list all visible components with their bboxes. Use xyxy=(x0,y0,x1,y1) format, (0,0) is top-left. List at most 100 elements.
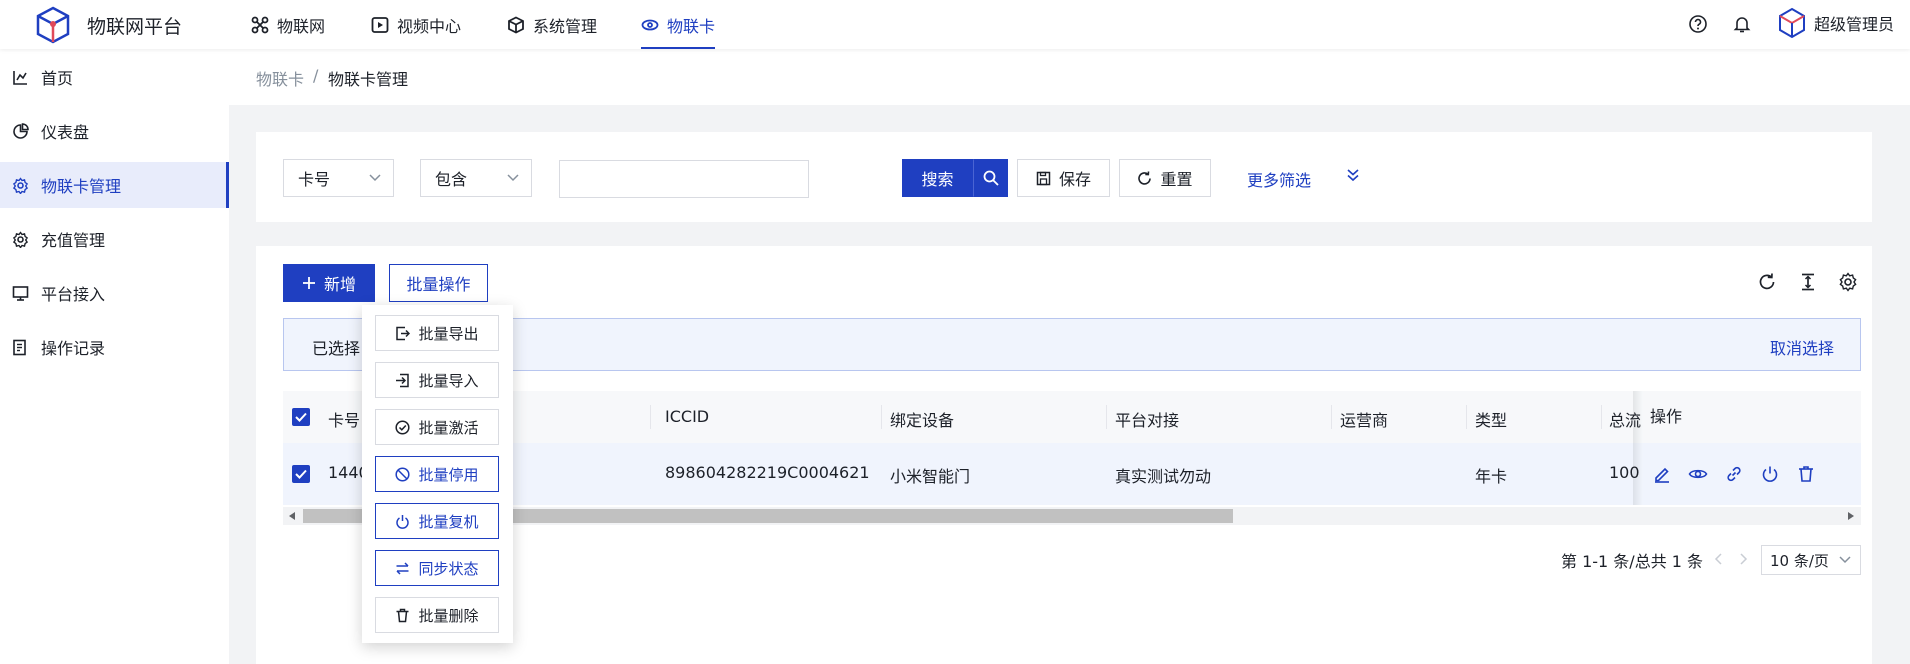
breadcrumb-separator: / xyxy=(313,66,319,85)
stop-icon xyxy=(395,466,411,482)
user-name: 超级管理员 xyxy=(1814,15,1895,34)
column-divider xyxy=(1106,405,1107,429)
column-divider xyxy=(1466,405,1467,429)
refresh-icon[interactable] xyxy=(1757,272,1777,292)
power-icon xyxy=(395,514,410,529)
more-filters-link[interactable]: 更多筛选 xyxy=(1247,167,1311,191)
batch-export-button[interactable]: 批量导出 xyxy=(375,315,499,351)
nav-label: 物联网 xyxy=(277,16,326,36)
question-circle-icon[interactable] xyxy=(1688,14,1708,34)
breadcrumb-current: 物联卡管理 xyxy=(328,70,409,89)
breadcrumb: 物联卡 / 物联卡管理 xyxy=(229,49,1910,105)
add-button-label: 新增 xyxy=(323,275,356,294)
sidebar-item-label: 充值管理 xyxy=(41,231,106,250)
bell-icon[interactable] xyxy=(1732,14,1752,34)
breadcrumb-parent[interactable]: 物联卡 xyxy=(256,66,304,90)
column-header-actions: 操作 xyxy=(1644,391,1861,443)
export-icon xyxy=(395,326,411,341)
operator-select-value: 包含 xyxy=(435,170,468,189)
link-icon[interactable] xyxy=(1724,464,1744,484)
refresh-icon xyxy=(1137,170,1152,186)
sidebar-item-label: 首页 xyxy=(41,69,74,88)
column-divider xyxy=(650,405,651,429)
sidebar-item-recharge-management[interactable]: 充值管理 xyxy=(0,216,229,262)
cell-iccid: 898604282219C0004621 xyxy=(665,463,870,482)
sidebar-item-operation-log[interactable]: 操作记录 xyxy=(0,324,229,370)
row-checkbox[interactable] xyxy=(292,465,310,483)
nav-iot[interactable]: 物联网 xyxy=(251,0,325,49)
double-chevron-down-icon[interactable] xyxy=(1346,168,1360,182)
reset-button[interactable]: 重置 xyxy=(1119,159,1211,197)
scroll-right-icon[interactable] xyxy=(1848,512,1854,520)
iot-card-icon xyxy=(641,16,659,34)
select-all-checkbox[interactable] xyxy=(292,408,310,426)
batch-deactivate-button[interactable]: 批量停用 xyxy=(375,456,499,492)
user-menu[interactable]: 超级管理员 xyxy=(1778,7,1894,39)
sidebar-item-platform-access[interactable]: 平台接入 xyxy=(0,270,229,316)
sidebar: 首页 仪表盘 物联卡管理 充值管理 平台接入 操作记录 xyxy=(0,49,229,664)
nav-iot-card[interactable]: 物联卡 xyxy=(641,0,716,49)
operator-select[interactable]: 包含 xyxy=(420,159,532,197)
chevron-down-icon xyxy=(369,174,381,182)
sync-status-label: 同步状态 xyxy=(418,559,479,578)
trash-icon[interactable] xyxy=(1796,464,1816,484)
gear-icon xyxy=(12,176,29,194)
page-size-select[interactable]: 10 条/页 xyxy=(1761,545,1861,575)
app-title: 物联网平台 xyxy=(87,16,183,38)
page-size-value: 10 条/页 xyxy=(1770,551,1829,570)
sidebar-item-label: 操作记录 xyxy=(41,339,106,358)
chevron-down-icon xyxy=(507,174,519,182)
scroll-left-icon[interactable] xyxy=(289,512,295,520)
field-select[interactable]: 卡号 xyxy=(283,159,394,197)
nav-system-management[interactable]: 系统管理 xyxy=(507,0,597,49)
table-row[interactable]: 1440 898604282219C0004621 小米智能门 真实测试勿动 年… xyxy=(283,443,1861,505)
row-actions xyxy=(1644,443,1861,505)
sidebar-item-iot-card-management[interactable]: 物联卡管理 xyxy=(0,162,229,208)
nav-video-center[interactable]: 视频中心 xyxy=(371,0,461,49)
reset-button-label: 重置 xyxy=(1160,170,1193,189)
column-header-card-no: 卡号 xyxy=(328,411,361,430)
sidebar-item-label: 平台接入 xyxy=(41,285,106,304)
batch-operation-menu: 批量导出 批量导入 批量激活 批量停用 批量复机 同步状态 批量删除 xyxy=(362,305,513,643)
power-icon[interactable] xyxy=(1760,464,1780,484)
batch-resume-button[interactable]: 批量复机 xyxy=(375,503,499,539)
sidebar-item-dashboard[interactable]: 仪表盘 xyxy=(0,108,229,154)
chevron-down-icon xyxy=(1839,556,1851,564)
batch-deactivate-label: 批量停用 xyxy=(418,465,479,484)
table-header: 卡号 ICCID 绑定设备 平台对接 运营商 类型 总流 操作 xyxy=(283,391,1861,443)
column-height-icon[interactable] xyxy=(1798,272,1818,292)
batch-export-label: 批量导出 xyxy=(418,324,479,343)
field-select-value: 卡号 xyxy=(298,170,331,189)
column-divider xyxy=(1331,405,1332,429)
batch-operation-button[interactable]: 批量操作 xyxy=(389,264,488,302)
eye-icon[interactable] xyxy=(1688,464,1708,484)
sync-status-button[interactable]: 同步状态 xyxy=(375,550,499,586)
search-button[interactable]: 搜索 xyxy=(902,159,973,197)
sidebar-item-home[interactable]: 首页 xyxy=(0,54,229,100)
cancel-selection-link[interactable]: 取消选择 xyxy=(1770,335,1834,359)
batch-import-button[interactable]: 批量导入 xyxy=(375,362,499,398)
batch-import-label: 批量导入 xyxy=(418,371,479,390)
next-page-icon[interactable] xyxy=(1740,553,1748,565)
search-input[interactable] xyxy=(559,160,809,198)
batch-resume-label: 批量复机 xyxy=(418,512,479,531)
column-divider xyxy=(881,405,882,429)
batch-activate-button[interactable]: 批量激活 xyxy=(375,409,499,445)
pagination-summary: 第 1-1 条/总共 1 条 xyxy=(1561,552,1704,571)
prev-page-icon[interactable] xyxy=(1714,553,1722,565)
batch-delete-button[interactable]: 批量删除 xyxy=(375,597,499,633)
pie-chart-icon xyxy=(12,122,29,140)
search-icon-button[interactable] xyxy=(973,159,1008,197)
sidebar-item-label: 仪表盘 xyxy=(41,123,90,142)
horizontal-scrollbar[interactable] xyxy=(283,507,1861,525)
save-button[interactable]: 保存 xyxy=(1017,159,1110,197)
fixed-column-shadow xyxy=(1633,391,1643,505)
add-button[interactable]: 新增 xyxy=(283,264,375,302)
system-cube-icon xyxy=(507,15,525,34)
nav-label: 物联卡 xyxy=(667,16,716,36)
gear-icon[interactable] xyxy=(1838,272,1858,292)
iot-grid-icon xyxy=(251,16,269,34)
video-play-icon xyxy=(371,16,389,34)
edit-icon[interactable] xyxy=(1652,464,1672,484)
cell-type: 年卡 xyxy=(1475,467,1508,486)
